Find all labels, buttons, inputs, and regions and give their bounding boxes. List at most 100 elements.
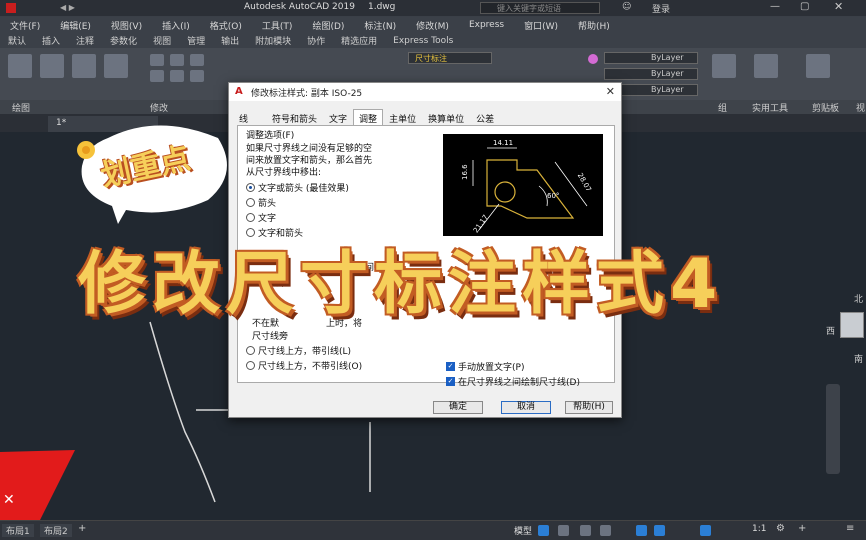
- search-input[interactable]: 键入关键字或短语: [480, 2, 600, 14]
- paste-icon[interactable]: [806, 54, 830, 78]
- viewcube-north[interactable]: 北: [854, 292, 863, 305]
- scale-dropdown[interactable]: 1:1: [752, 524, 766, 534]
- tab-express-tools[interactable]: Express Tools: [385, 36, 461, 46]
- polar-icon[interactable]: [600, 525, 611, 536]
- trim-icon[interactable]: [190, 54, 204, 66]
- tab-collaborate[interactable]: 协作: [299, 34, 333, 47]
- tab-fit[interactable]: 调整: [353, 109, 384, 125]
- model-space-button[interactable]: 模型: [514, 524, 532, 537]
- tab-alternate-units[interactable]: 换算单位: [422, 109, 470, 125]
- tab-addins[interactable]: 附加模块: [247, 34, 299, 47]
- tab-view[interactable]: 视图: [145, 34, 179, 47]
- color-dropdown[interactable]: ByLayer: [604, 52, 698, 64]
- menu-modify[interactable]: 修改(M): [406, 19, 459, 32]
- tab-primary-units[interactable]: 主单位: [383, 109, 422, 125]
- rotate-icon[interactable]: [170, 54, 184, 66]
- panel-label-view: 视: [856, 104, 866, 114]
- login-button[interactable]: 登录: [652, 2, 670, 15]
- color-wheel-icon[interactable]: [588, 54, 598, 64]
- fillet-icon[interactable]: [190, 70, 204, 82]
- viewcube-west[interactable]: 西: [826, 324, 835, 337]
- user-icon[interactable]: ☺: [622, 2, 631, 12]
- tab-symbols-arrows[interactable]: 符号和箭头: [266, 109, 323, 125]
- preview-dim-angle: 60°: [547, 192, 559, 200]
- polyline-tool-icon[interactable]: [40, 54, 64, 78]
- menu-window[interactable]: 窗口(W): [514, 19, 568, 32]
- radio-dot: [246, 198, 255, 207]
- restore-icon[interactable]: ▢: [800, 1, 809, 12]
- annotation-icon[interactable]: [700, 525, 711, 536]
- menu-format[interactable]: 格式(O): [200, 19, 252, 32]
- dialog-close-icon[interactable]: ✕: [606, 85, 615, 98]
- menu-edit[interactable]: 编辑(E): [50, 19, 101, 32]
- viewcube[interactable]: 北 西 南: [826, 280, 866, 365]
- viewcube-south[interactable]: 南: [854, 352, 863, 365]
- tab-tolerances[interactable]: 公差: [470, 109, 500, 125]
- layout-tab-2[interactable]: 布局2: [40, 524, 72, 537]
- menu-file[interactable]: 文件(F): [0, 19, 50, 32]
- osnap-icon[interactable]: [636, 525, 647, 536]
- otrack-icon[interactable]: [654, 525, 665, 536]
- panel-label-group: 组: [718, 104, 728, 114]
- cancel-button[interactable]: 取消: [501, 401, 551, 414]
- mirror-icon[interactable]: [170, 70, 184, 82]
- ok-button[interactable]: 确定: [433, 401, 483, 414]
- tab-home[interactable]: 默认: [0, 34, 34, 47]
- minimize-icon[interactable]: —: [770, 1, 780, 12]
- tab-text[interactable]: 文字: [323, 109, 353, 125]
- move-icon[interactable]: [150, 54, 164, 66]
- menu-help[interactable]: 帮助(H): [568, 19, 620, 32]
- menu-draw[interactable]: 绘图(D): [302, 19, 354, 32]
- file-name: 1.dwg: [368, 2, 396, 12]
- menu-insert[interactable]: 插入(I): [152, 19, 200, 32]
- grid-icon[interactable]: [538, 525, 549, 536]
- preview-dim-left: 16.6: [461, 164, 469, 180]
- menu-dimension[interactable]: 标注(N): [354, 19, 406, 32]
- close-icon[interactable]: ✕: [834, 0, 843, 13]
- add-layout-icon[interactable]: +: [78, 523, 86, 534]
- preview-dim-top: 14.11: [493, 139, 513, 147]
- group-icon[interactable]: [712, 54, 736, 78]
- measure-icon[interactable]: [754, 54, 778, 78]
- layer-dropdown[interactable]: 尺寸标注: [408, 52, 492, 64]
- tab-featured-apps[interactable]: 精选应用: [333, 34, 385, 47]
- check-draw-dim-line[interactable]: ✓ 在尺寸界线之间绘制尺寸线(D): [446, 375, 580, 388]
- help-button[interactable]: 帮助(H): [565, 401, 613, 414]
- radio-dot: [246, 183, 255, 192]
- check-manual-placement[interactable]: ✓ 手动放置文字(P): [446, 360, 580, 373]
- tab-parametric[interactable]: 参数化: [102, 34, 145, 47]
- preview-drawing: 14.11 16.6 28.07 21.17 60°: [461, 139, 593, 234]
- gear-icon[interactable]: ⚙: [776, 523, 785, 534]
- snap-icon[interactable]: [558, 525, 569, 536]
- menu-view[interactable]: 视图(V): [101, 19, 152, 32]
- preview-dim-right: 28.07: [576, 172, 593, 193]
- plus-icon[interactable]: +: [798, 523, 806, 534]
- tab-insert[interactable]: 插入: [34, 34, 68, 47]
- radio-text-or-arrows[interactable]: 文字或箭头 (最佳效果): [246, 181, 436, 194]
- layout-tab-1[interactable]: 布局1: [2, 524, 34, 537]
- arc-tool-icon[interactable]: [104, 54, 128, 78]
- quick-access-arrows-icon[interactable]: ◀ ▶: [60, 3, 75, 12]
- customize-icon[interactable]: ≡: [846, 523, 854, 534]
- menu-express[interactable]: Express: [459, 20, 514, 30]
- radio-over-line-with-leader[interactable]: 尺寸线上方，带引线(L): [246, 344, 436, 357]
- viewcube-face[interactable]: [840, 312, 864, 338]
- ortho-icon[interactable]: [580, 525, 591, 536]
- app-title: Autodesk AutoCAD 2019: [244, 2, 355, 12]
- copy-icon[interactable]: [150, 70, 164, 82]
- tab-annotate[interactable]: 注释: [68, 34, 102, 47]
- menu-tools[interactable]: 工具(T): [252, 19, 303, 32]
- radio-text[interactable]: 文字: [246, 211, 436, 224]
- tab-output[interactable]: 输出: [213, 34, 247, 47]
- radio-arrows[interactable]: 箭头: [246, 196, 436, 209]
- autocad-logo-icon[interactable]: [6, 3, 16, 13]
- linetype-dropdown[interactable]: ByLayer: [604, 68, 698, 80]
- close-icon[interactable]: ✕: [3, 492, 15, 508]
- panel-label-utilities: 实用工具: [752, 104, 789, 114]
- tab-manage[interactable]: 管理: [179, 34, 213, 47]
- circle-tool-icon[interactable]: [72, 54, 96, 78]
- line-tool-icon[interactable]: [8, 54, 32, 78]
- tab-lines[interactable]: 线: [233, 109, 254, 125]
- navigation-bar[interactable]: [826, 384, 840, 474]
- radio-over-line-without-leader[interactable]: 尺寸线上方，不带引线(O): [246, 359, 436, 372]
